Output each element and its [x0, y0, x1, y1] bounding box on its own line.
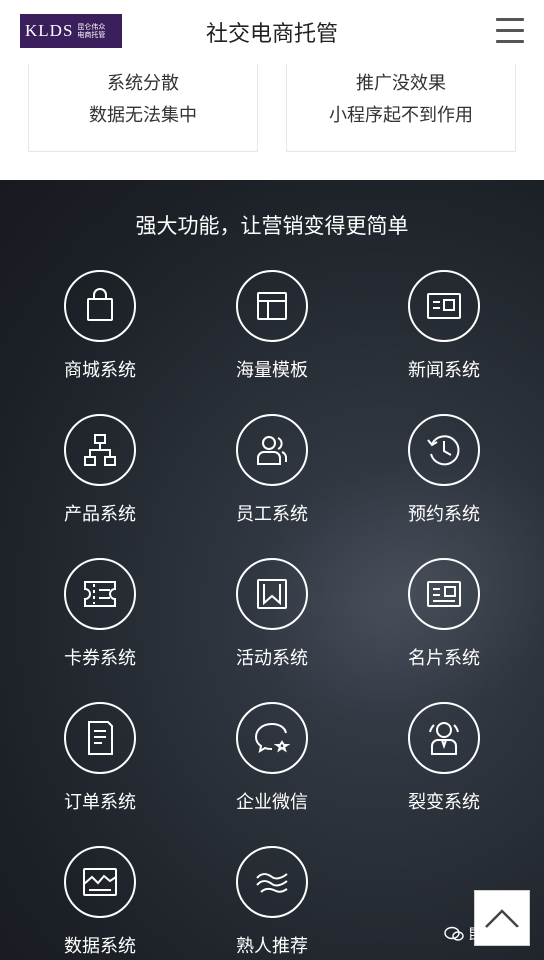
feature-orders[interactable]: 订单系统: [14, 702, 186, 846]
feature-label: 海量模板: [236, 360, 308, 381]
wechat-watermark: 昆仑伟众: [444, 924, 524, 944]
feature-products[interactable]: 产品系统: [14, 414, 186, 558]
feature-news[interactable]: 新闻系统: [358, 270, 530, 414]
clock-history-icon: [408, 414, 480, 486]
section-title: 强大功能，让营销变得更简单: [135, 214, 409, 238]
feature-coupons[interactable]: 卡券系统: [14, 558, 186, 702]
order-document-icon: [64, 702, 136, 774]
feature-label: 卡券系统: [64, 648, 136, 669]
feature-label: 活动系统: [236, 648, 308, 669]
feature-label: 新闻系统: [408, 360, 480, 381]
feature-label: 预约系统: [408, 504, 480, 525]
feature-data[interactable]: 数据系统: [14, 846, 186, 960]
feature-events[interactable]: 活动系统: [186, 558, 358, 702]
top-header: KLDS 昆仑伟众 电商托管 社交电商托管: [0, 0, 544, 64]
news-card-icon: [408, 270, 480, 342]
watermark-text: 昆仑伟众: [468, 927, 524, 943]
problem-card-line: 小程序起不到作用: [329, 105, 473, 126]
template-layout-icon: [236, 270, 308, 342]
problem-card-line: 系统分散: [107, 73, 179, 94]
chat-bubble-icon: [236, 702, 308, 774]
feature-label: 熟人推荐: [236, 936, 308, 957]
feature-grid: 商城系统 海量模板 新闻系统 产品系统 员工系统 预约系统 卡券系统 活动系统 …: [14, 270, 530, 960]
problem-card-1: 系统分散 数据无法集中: [28, 64, 258, 152]
coupon-ticket-icon: [64, 558, 136, 630]
problem-card-line: 推广没效果: [356, 73, 446, 94]
staff-users-icon: [236, 414, 308, 486]
feature-referral[interactable]: 熟人推荐: [186, 846, 358, 960]
problem-card-line: 数据无法集中: [89, 105, 197, 126]
shopping-bag-icon: [64, 270, 136, 342]
business-card-icon: [408, 558, 480, 630]
feature-staff[interactable]: 员工系统: [186, 414, 358, 558]
wechat-icon: [444, 926, 464, 941]
data-chart-icon: [64, 846, 136, 918]
feature-label: 订单系统: [64, 792, 136, 813]
share-user-icon: [408, 702, 480, 774]
handshake-icon: [236, 846, 308, 918]
feature-wecom[interactable]: 企业微信: [186, 702, 358, 846]
page-title: 社交电商托管: [205, 22, 338, 47]
feature-booking[interactable]: 预约系统: [358, 414, 530, 558]
feature-label: 裂变系统: [408, 792, 480, 813]
feature-label: 商城系统: [64, 360, 136, 381]
feature-templates[interactable]: 海量模板: [186, 270, 358, 414]
bookmark-frame-icon: [236, 558, 308, 630]
feature-mall[interactable]: 商城系统: [14, 270, 186, 414]
problem-cards: 系统分散 数据无法集中 推广没效果 小程序起不到作用: [0, 64, 544, 180]
features-section: 强大功能，让营销变得更简单 商城系统 海量模板 新闻系统 产品系统 员工系统 预…: [0, 180, 544, 960]
feature-label: 企业微信: [236, 792, 308, 813]
feature-business-card[interactable]: 名片系统: [358, 558, 530, 702]
feature-fission[interactable]: 裂变系统: [358, 702, 530, 846]
feature-label: 名片系统: [408, 648, 480, 669]
feature-label: 数据系统: [64, 936, 136, 957]
hamburger-menu-icon[interactable]: [496, 18, 526, 44]
problem-card-2: 推广没效果 小程序起不到作用: [286, 64, 516, 152]
feature-label: 员工系统: [236, 504, 308, 525]
hierarchy-icon: [64, 414, 136, 486]
feature-label: 产品系统: [64, 504, 136, 525]
